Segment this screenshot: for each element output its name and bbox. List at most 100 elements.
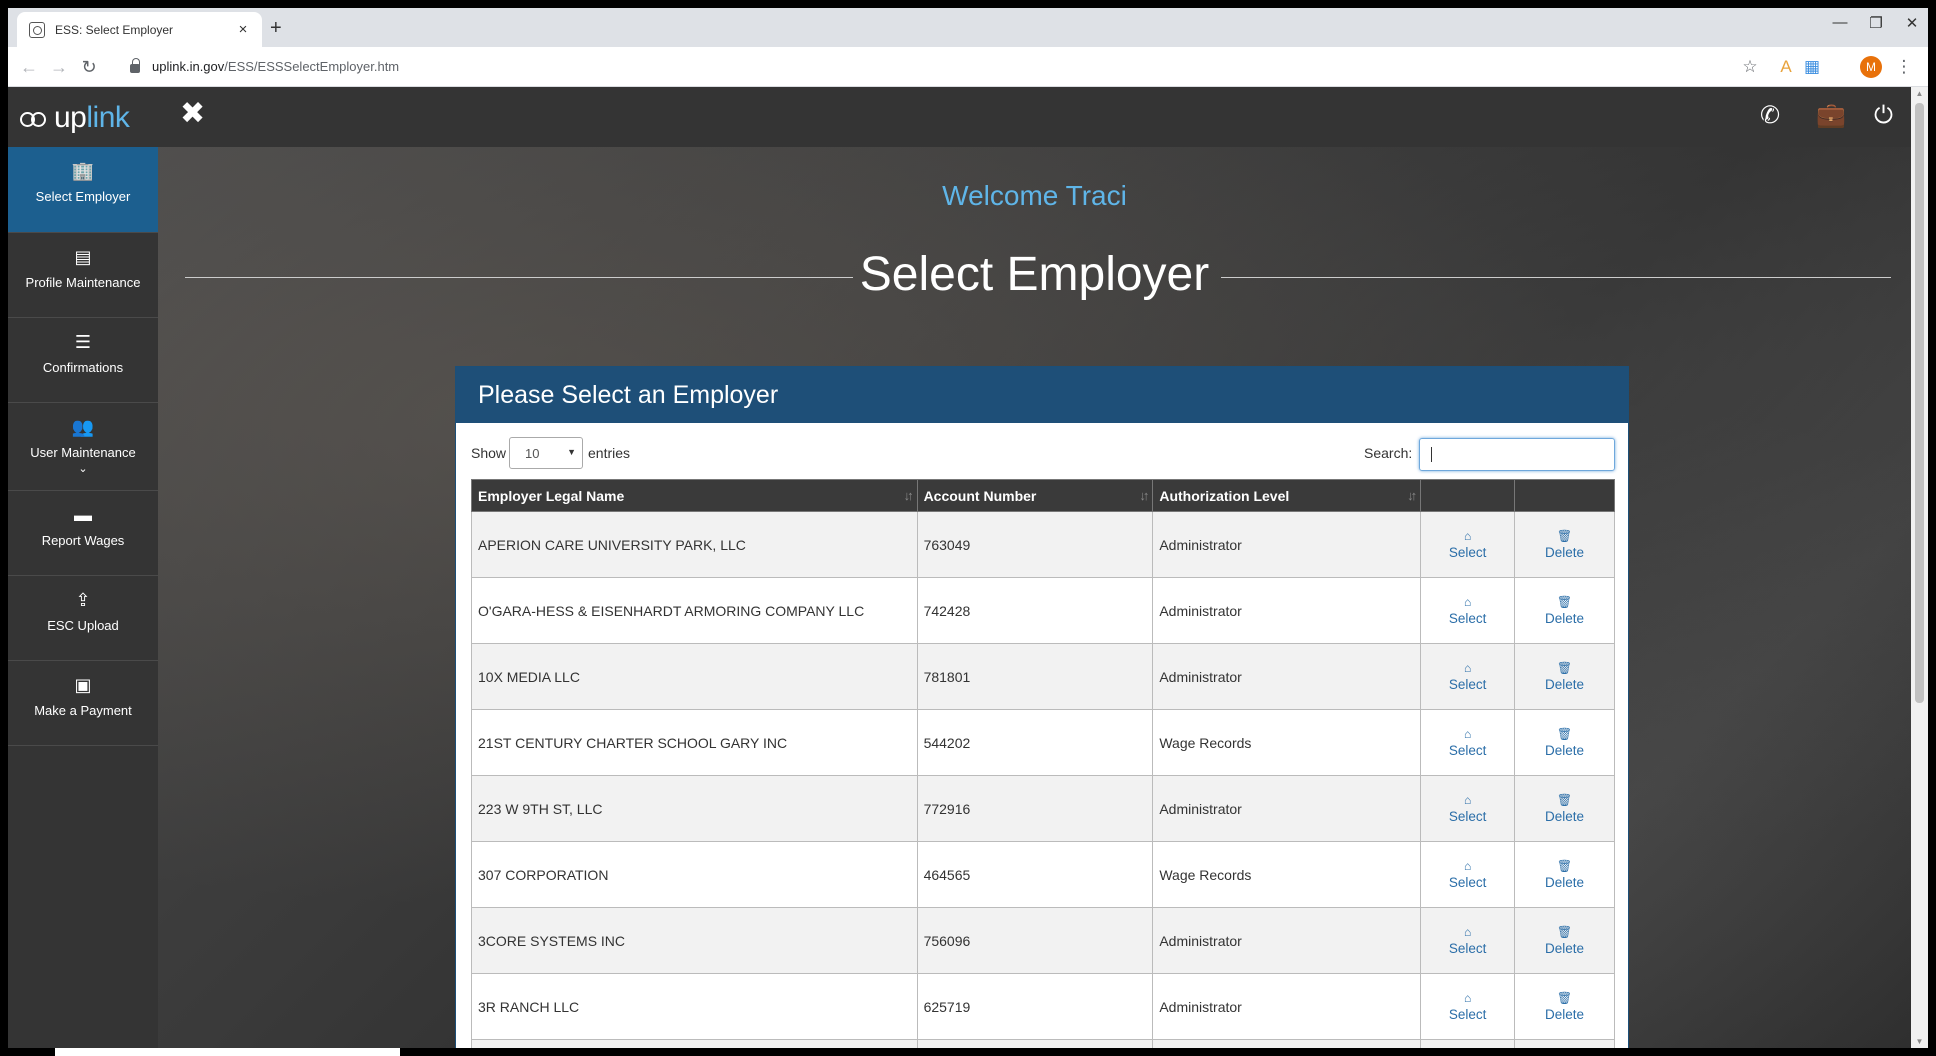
sidebar-item-user-maintenance[interactable]: 👥 User Maintenance ⌄ <box>8 403 158 491</box>
restore-icon[interactable]: ❐ <box>1866 14 1886 32</box>
delete-employer-button[interactable]: 🗑Delete <box>1514 973 1615 1040</box>
browser-menu-icon[interactable]: ⋮ <box>1894 57 1914 77</box>
extension-windows-icon[interactable]: ▦ <box>1802 57 1822 77</box>
select-label: Select <box>1448 544 1487 560</box>
minimize-icon[interactable]: — <box>1830 14 1850 31</box>
delete-employer-button[interactable]: 🗑Delete <box>1514 577 1615 644</box>
sidebar-item-select-employer[interactable]: 🏢 Select Employer <box>8 147 158 233</box>
select-employer-button[interactable]: ⌂Select <box>1420 709 1516 776</box>
page-scrollbar[interactable]: ▲ ▼ <box>1911 87 1928 1048</box>
delete-employer-button[interactable]: 🗑Delete <box>1514 643 1615 710</box>
delete-label: Delete <box>1545 1006 1585 1022</box>
select-employer-button[interactable]: ⌂Select <box>1420 577 1516 644</box>
select-employer-button[interactable]: ⌂Select <box>1420 643 1516 710</box>
home-icon: ⌂ <box>1463 528 1472 543</box>
authorization-level-cell: Administrator <box>1152 511 1422 578</box>
delete-employer-button[interactable]: 🗑Delete <box>1514 1039 1615 1048</box>
reload-icon[interactable]: ↻ <box>78 56 100 78</box>
column-header-select <box>1420 479 1516 512</box>
table-row: 3R RANCH LLC 625719 Administrator ⌂ Select 🗑 D… <box>471 973 1615 1040</box>
document-icon: ▤ <box>74 247 92 267</box>
sidebar-item-label: Report Wages <box>41 533 125 548</box>
building-icon: 🏢 <box>71 161 95 181</box>
table-row: 4 GREEKS HOSPITALITY INC700031Wage Recor… <box>471 1039 1615 1048</box>
column-header-delete <box>1514 479 1615 512</box>
employer-name-cell: APERION CARE UNIVERSITY PARK, LLC <box>471 511 918 578</box>
browser-tab[interactable]: ESS: Select Employer × <box>17 12 262 47</box>
sidebar-item-esc-upload[interactable]: ⇪ ESC Upload <box>8 576 158 661</box>
table-row: 307 CORPORATION 464565 Wage Records ⌂ Select… <box>471 841 1615 908</box>
page-title: Select Employer <box>859 248 1210 301</box>
column-header-account-number[interactable]: Account Number ↓↑ <box>916 479 1154 512</box>
table-row: APERION CARE UNIVERSITY PARK, LLC 763049 A… <box>471 511 1615 578</box>
trash-icon: 🗑 <box>1556 594 1573 609</box>
delete-employer-button[interactable]: 🗑Delete <box>1514 907 1615 974</box>
taskbar-app[interactable] <box>55 1048 400 1056</box>
authorization-level-cell: Wage Records and Benefits <box>1152 1039 1422 1048</box>
close-menu-icon[interactable]: ✖ <box>180 99 205 129</box>
page-length-select[interactable]: 10 ▼ <box>509 437 583 469</box>
select-label: Select <box>1448 940 1487 956</box>
select-employer-button[interactable]: ⌂Select <box>1420 907 1516 974</box>
authorization-level-cell: Wage Records <box>1152 709 1422 776</box>
trash-icon: 🗑 <box>1556 726 1573 741</box>
delete-employer-button[interactable]: 🗑Delete <box>1514 511 1615 578</box>
select-label: Select <box>1448 742 1487 758</box>
tab-close-icon[interactable]: × <box>234 21 252 38</box>
forward-arrow-icon[interactable]: → <box>48 56 70 78</box>
welcome-message: Welcome Traci <box>942 180 1127 211</box>
account-number-cell: 625719 <box>916 973 1154 1040</box>
page-viewport: uplink ✖ ✆ 💼 ⏻ 🏢 Select Employer ▤ Profi… <box>8 87 1911 1048</box>
back-arrow-icon[interactable]: ← <box>18 56 40 78</box>
bookmark-star-icon[interactable]: ☆ <box>1740 57 1760 77</box>
extension-a-icon[interactable]: A <box>1776 57 1796 77</box>
sidebar-item-report-wages[interactable]: ▬ Report Wages <box>8 491 158 576</box>
select-employer-button[interactable]: ⌂Select <box>1420 511 1516 578</box>
select-employer-button[interactable]: ⌂Select <box>1420 1039 1516 1048</box>
scroll-up-icon[interactable]: ▲ <box>1911 89 1928 98</box>
delete-label: Delete <box>1545 676 1585 692</box>
sidebar-item-confirmations[interactable]: ☰ Confirmations <box>8 318 158 403</box>
select-label: Select <box>1448 676 1487 692</box>
profile-avatar[interactable]: M <box>1860 56 1882 78</box>
sidebar-item-profile-maintenance[interactable]: ▤ Profile Maintenance <box>8 233 158 318</box>
home-icon: ⌂ <box>1463 990 1472 1005</box>
select-employer-button[interactable]: ⌂Select <box>1420 775 1516 842</box>
text-caret <box>1431 447 1432 462</box>
column-header-authorization-level[interactable]: Authorization Level ↓↑ <box>1152 479 1422 512</box>
tab-title: ESS: Select Employer <box>55 22 174 37</box>
briefcase-icon[interactable]: 💼 <box>1816 103 1846 129</box>
select-label: Select <box>1448 808 1487 824</box>
trash-icon: 🗑 <box>1556 858 1573 873</box>
account-number-cell: 772916 <box>916 775 1154 842</box>
authorization-level-cell: Wage Records <box>1152 841 1422 908</box>
column-header-employer-name[interactable]: Employer Legal Name ↓↑ <box>471 479 918 512</box>
sidebar-item-label: User Maintenance <box>30 445 136 460</box>
uplink-logo[interactable]: uplink <box>20 101 130 135</box>
delete-employer-button[interactable]: 🗑Delete <box>1514 709 1615 776</box>
trash-icon: 🗑 <box>1556 924 1573 939</box>
trash-icon: 🗑 <box>1556 528 1573 543</box>
home-icon: ⌂ <box>1463 726 1472 741</box>
dropdown-arrow-icon: ▼ <box>567 447 576 457</box>
scroll-down-icon[interactable]: ▼ <box>1911 1037 1928 1046</box>
sidebar-item-label: ESC Upload <box>47 618 119 633</box>
sort-icon: ↓↑ <box>1139 488 1149 503</box>
scroll-thumb[interactable] <box>1915 103 1924 703</box>
sidebar-item-make-a-payment[interactable]: ▣ Make a Payment <box>8 661 158 746</box>
new-tab-button[interactable]: + <box>270 18 282 38</box>
window-close-icon[interactable]: ✕ <box>1902 14 1922 32</box>
power-icon[interactable]: ⏻ <box>1874 103 1893 129</box>
employer-name-cell: 10X MEDIA LLC <box>471 643 918 710</box>
entries-label: entries <box>588 445 631 461</box>
search-input[interactable] <box>1419 438 1615 471</box>
select-employer-button[interactable]: ⌂Select <box>1420 973 1516 1040</box>
title-divider-right <box>1221 277 1891 278</box>
employer-name-cell: 3CORE SYSTEMS INC <box>471 907 918 974</box>
delete-employer-button[interactable]: 🗑Delete <box>1514 841 1615 908</box>
table-header-row: Employer Legal Name ↓↑ Account Number ↓↑ A… <box>471 479 1615 512</box>
select-employer-button[interactable]: ⌂Select <box>1420 841 1516 908</box>
delete-employer-button[interactable]: 🗑Delete <box>1514 775 1615 842</box>
address-bar[interactable]: uplink.in.gov/ESS/ESSSelectEmployer.htm <box>118 51 1778 81</box>
phone-icon[interactable]: ✆ <box>1760 103 1780 129</box>
